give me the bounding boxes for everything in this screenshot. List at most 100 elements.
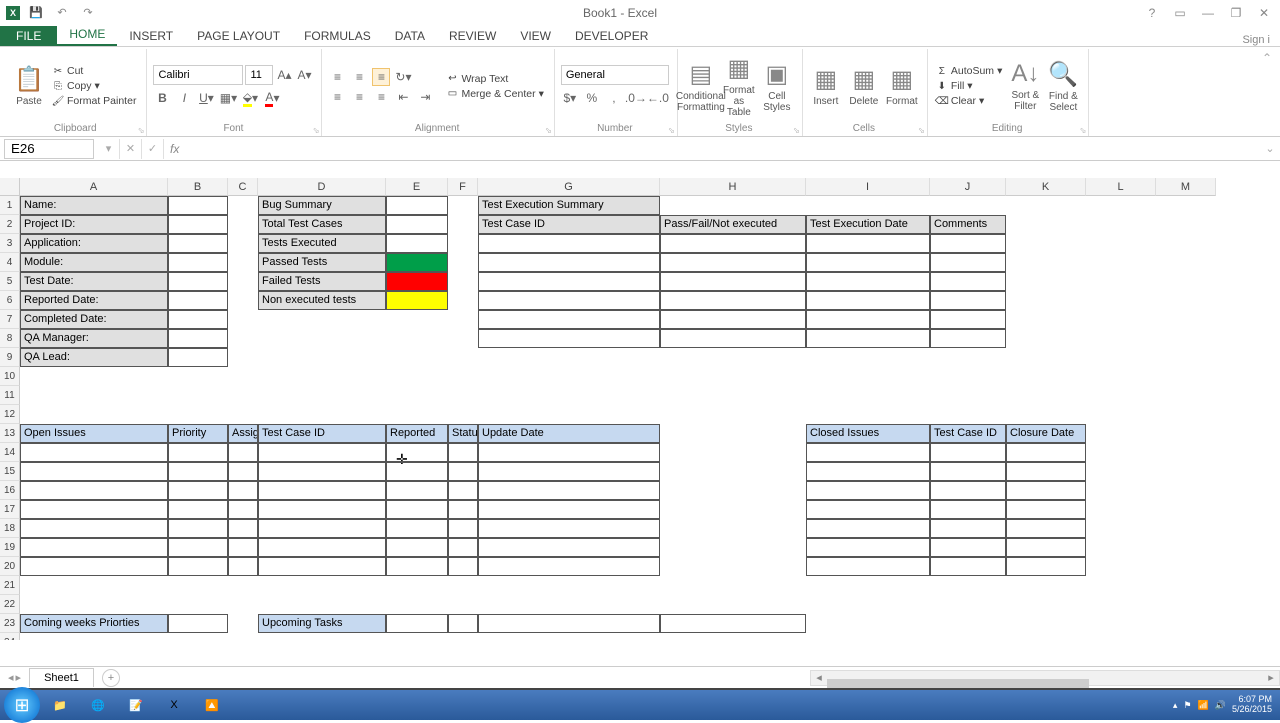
cell[interactable] <box>448 557 478 576</box>
cell[interactable] <box>930 253 1006 272</box>
cell[interactable] <box>386 234 448 253</box>
cell[interactable] <box>806 519 930 538</box>
cell[interactable] <box>20 557 168 576</box>
cell[interactable] <box>258 481 386 500</box>
cell[interactable] <box>258 500 386 519</box>
row-header-7[interactable]: 7 <box>0 310 20 329</box>
column-headers[interactable]: ABCDEFGHIJKLM <box>20 178 1216 196</box>
note-button[interactable]: 📝 <box>118 692 154 718</box>
cell[interactable] <box>660 291 806 310</box>
cell[interactable]: Closed Issues <box>806 424 930 443</box>
cell[interactable] <box>168 253 228 272</box>
row-header-2[interactable]: 2 <box>0 215 20 234</box>
cell[interactable] <box>228 557 258 576</box>
cancel-formula-button[interactable]: ✕ <box>120 139 142 159</box>
cell[interactable] <box>448 443 478 462</box>
cell[interactable] <box>386 519 448 538</box>
cell[interactable] <box>168 462 228 481</box>
tab-data[interactable]: DATA <box>383 26 437 46</box>
col-header-B[interactable]: B <box>168 178 228 196</box>
enter-formula-button[interactable]: ✓ <box>142 139 164 159</box>
cell[interactable] <box>168 291 228 310</box>
cell[interactable]: QA Lead: <box>20 348 168 367</box>
close-button[interactable]: ✕ <box>1254 3 1274 23</box>
cell[interactable]: Closure Date <box>1006 424 1086 443</box>
cell[interactable] <box>386 500 448 519</box>
cell[interactable] <box>168 196 228 215</box>
cell[interactable]: Name: <box>20 196 168 215</box>
underline-button[interactable]: U▾ <box>197 89 215 107</box>
tray-volume-icon[interactable]: 🔊 <box>1215 700 1226 711</box>
cell[interactable] <box>930 272 1006 291</box>
cell[interactable] <box>228 519 258 538</box>
col-header-H[interactable]: H <box>660 178 806 196</box>
expand-formula-button[interactable]: ⌄ <box>1260 142 1280 155</box>
cell[interactable] <box>386 462 448 481</box>
autosum-button[interactable]: ΣAutoSum ▾ <box>934 64 1004 78</box>
align-center-button[interactable]: ≡ <box>350 88 368 106</box>
horizontal-scrollbar[interactable]: ◂ ▸ <box>810 670 1280 686</box>
taskbar-clock[interactable]: 6:07 PM 5/26/2015 <box>1232 695 1272 715</box>
row-header-20[interactable]: 20 <box>0 557 20 576</box>
cell[interactable] <box>806 253 930 272</box>
cell[interactable] <box>20 538 168 557</box>
cell[interactable] <box>168 310 228 329</box>
cell[interactable] <box>930 481 1006 500</box>
cell-styles-button[interactable]: ▣Cell Styles <box>760 54 794 118</box>
cell[interactable] <box>806 443 930 462</box>
cell[interactable]: Coming weeks Priorties <box>20 614 168 633</box>
cell[interactable] <box>930 329 1006 348</box>
tab-review[interactable]: REVIEW <box>437 26 508 46</box>
cell[interactable] <box>20 481 168 500</box>
minimize-button[interactable]: — <box>1198 3 1218 23</box>
col-header-F[interactable]: F <box>448 178 478 196</box>
cell[interactable] <box>1006 481 1086 500</box>
tab-file[interactable]: FILE <box>0 26 57 46</box>
cell[interactable] <box>168 519 228 538</box>
cell[interactable] <box>168 538 228 557</box>
row-header-9[interactable]: 9 <box>0 348 20 367</box>
cell[interactable] <box>478 500 660 519</box>
align-middle-button[interactable]: ≡ <box>350 68 368 86</box>
tray-network-icon[interactable]: 📶 <box>1198 700 1209 711</box>
cell[interactable]: Tests Executed <box>258 234 386 253</box>
cell[interactable] <box>806 272 930 291</box>
cell[interactable]: Reported <box>386 424 448 443</box>
cell[interactable] <box>478 329 660 348</box>
cell[interactable] <box>258 462 386 481</box>
cell[interactable]: Bug Summary <box>258 196 386 215</box>
cell[interactable] <box>806 500 930 519</box>
tab-view[interactable]: VIEW <box>508 26 563 46</box>
cell[interactable]: Completed Date: <box>20 310 168 329</box>
cell[interactable] <box>806 481 930 500</box>
paste-button[interactable]: 📋Paste <box>12 54 46 118</box>
name-box[interactable] <box>4 139 94 159</box>
ribbon-options-button[interactable]: ▭ <box>1170 3 1190 23</box>
italic-button[interactable]: I <box>175 89 193 107</box>
align-right-button[interactable]: ≡ <box>372 88 390 106</box>
cell[interactable] <box>258 557 386 576</box>
hscroll-right[interactable]: ▸ <box>1263 671 1279 684</box>
cell[interactable] <box>930 310 1006 329</box>
tray-up-icon[interactable]: ▴ <box>1173 700 1178 711</box>
col-header-L[interactable]: L <box>1086 178 1156 196</box>
cell[interactable] <box>1006 538 1086 557</box>
start-button[interactable]: ⊞ <box>4 692 40 718</box>
collapse-ribbon-button[interactable]: ⌃ <box>1260 49 1274 136</box>
cell[interactable] <box>448 614 478 633</box>
border-button[interactable]: ▦▾ <box>219 89 237 107</box>
cell[interactable] <box>806 291 930 310</box>
cell[interactable] <box>386 443 448 462</box>
cell[interactable] <box>478 538 660 557</box>
cell[interactable]: QA Manager: <box>20 329 168 348</box>
namebox-dropdown[interactable]: ▾ <box>98 139 120 159</box>
cell[interactable] <box>448 538 478 557</box>
cell[interactable] <box>930 234 1006 253</box>
tab-pagelayout[interactable]: PAGE LAYOUT <box>185 26 292 46</box>
col-header-I[interactable]: I <box>806 178 930 196</box>
cell[interactable] <box>478 462 660 481</box>
cell[interactable]: Test Case ID <box>478 215 660 234</box>
align-top-button[interactable]: ≡ <box>328 68 346 86</box>
col-header-J[interactable]: J <box>930 178 1006 196</box>
cell[interactable] <box>448 500 478 519</box>
